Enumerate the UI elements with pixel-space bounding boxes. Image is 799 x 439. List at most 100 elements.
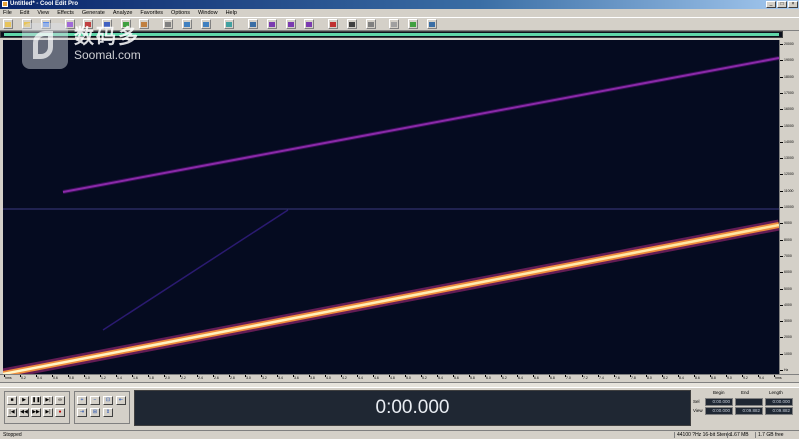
time-label: 3.8 xyxy=(310,376,315,380)
zoom-left-icon[interactable]: ⇤ xyxy=(116,396,126,405)
help-icon[interactable] xyxy=(426,19,437,29)
zoom-right-icon[interactable]: ⇥ xyxy=(77,408,87,417)
frequency-label: Hz xyxy=(784,368,789,372)
frequency-label: 8000 xyxy=(784,238,792,242)
menu-generate[interactable]: Generate xyxy=(82,9,105,17)
menu-help[interactable]: Help xyxy=(226,9,237,17)
cut-icon[interactable] xyxy=(83,19,94,29)
time-label: 2.2 xyxy=(181,376,186,380)
copy-icon[interactable] xyxy=(102,19,112,29)
menu-analyze[interactable]: Analyze xyxy=(113,9,133,17)
fast-forward-button[interactable]: ▶▶ xyxy=(31,408,41,417)
spectral-view-icon[interactable] xyxy=(266,19,277,29)
play-to-end-button[interactable]: ▶| xyxy=(43,396,53,405)
sel-begin-field[interactable]: 0:00.000 xyxy=(705,398,733,406)
menu-options[interactable]: Options xyxy=(171,9,190,17)
time-label: 4.0 xyxy=(326,376,331,380)
redo-icon[interactable] xyxy=(200,19,211,29)
time-label: 5.2 xyxy=(422,376,427,380)
status-bar: Stopped 44100 ?Hz 16-bit Stereo 1.67 MB … xyxy=(0,430,799,439)
view-length-field[interactable]: 0:09.882 xyxy=(765,407,793,415)
frequency-label: 12000 xyxy=(784,172,794,176)
frequency-tick xyxy=(780,77,783,78)
spectral-phase-icon[interactable] xyxy=(304,19,315,29)
frequency-tick xyxy=(780,142,783,143)
loop-button[interactable]: ∞ xyxy=(55,396,65,405)
selection-row-label-sel: Sel xyxy=(693,399,700,404)
time-label: 8.6 xyxy=(695,376,700,380)
menu-window[interactable]: Window xyxy=(198,9,218,17)
stop-button[interactable]: ■ xyxy=(7,396,17,405)
frequency-tick xyxy=(780,223,783,224)
frequency-tick xyxy=(780,158,783,159)
time-label: 1.8 xyxy=(149,376,154,380)
menu-edit[interactable]: Edit xyxy=(20,9,29,17)
zoom-in-icon[interactable]: + xyxy=(77,396,87,405)
view-begin-field[interactable]: 0:00.000 xyxy=(705,407,733,415)
time-label: 1.6 xyxy=(133,376,138,380)
view-end-field[interactable]: 0:09.882 xyxy=(735,407,763,415)
overview-bar[interactable] xyxy=(0,31,783,38)
time-label: 3.6 xyxy=(294,376,299,380)
sel-end-field[interactable] xyxy=(735,398,763,406)
zoom-out-icon[interactable]: − xyxy=(90,396,100,405)
close-button[interactable]: × xyxy=(788,1,798,8)
title-bar: Untitled* - Cool Edit Pro _ □ × xyxy=(0,0,799,9)
time-label: 8.0 xyxy=(647,376,652,380)
waveform-view-icon[interactable] xyxy=(248,19,259,29)
time-label: 5.4 xyxy=(438,376,443,380)
go-to-end-button[interactable]: ▶| xyxy=(43,408,53,417)
paste-icon[interactable] xyxy=(120,19,131,29)
repeat-icon[interactable] xyxy=(224,19,235,29)
window-title: Untitled* - Cool Edit Pro xyxy=(10,1,78,7)
time-label: 5.6 xyxy=(454,376,459,380)
frequency-label: 6000 xyxy=(784,270,792,274)
go-to-start-button[interactable]: |◀ xyxy=(7,408,17,417)
record-button[interactable]: ● xyxy=(55,408,65,417)
frequency-label: 9000 xyxy=(784,221,792,225)
new-file-icon[interactable] xyxy=(3,19,14,29)
zoom-full-icon[interactable]: ⊡ xyxy=(103,396,113,405)
time-label: 9.0 xyxy=(727,376,732,380)
frequency-label: 10000 xyxy=(784,205,794,209)
time-label: 3.2 xyxy=(262,376,267,380)
spectral-view[interactable] xyxy=(3,40,779,374)
transport-controls: ■ ▶ ❚❚ ▶| ∞ |◀ ◀◀ ▶▶ ▶| ● xyxy=(4,391,70,424)
cd-icon[interactable] xyxy=(389,19,400,29)
sel-length-field[interactable]: 0:00.000 xyxy=(765,398,793,406)
menu-view[interactable]: View xyxy=(37,9,49,17)
menu-file[interactable]: File xyxy=(3,9,12,17)
pause-button[interactable]: ❚❚ xyxy=(31,396,41,405)
zoom-selection-icon[interactable]: ⊞ xyxy=(90,408,100,417)
meter-icon[interactable] xyxy=(408,19,418,29)
rewind-button[interactable]: ◀◀ xyxy=(19,408,29,417)
cursor-icon[interactable] xyxy=(346,19,357,29)
undo-icon[interactable] xyxy=(181,19,192,29)
frequency-tick xyxy=(780,191,783,192)
zoom-in-vertical-icon[interactable]: ⇕ xyxy=(103,408,113,417)
minimize-button[interactable]: _ xyxy=(766,1,776,8)
time-label: 1.4 xyxy=(117,376,122,380)
time-label: 6.8 xyxy=(550,376,555,380)
mix-paste-icon[interactable] xyxy=(139,19,150,29)
time-label: 4.4 xyxy=(358,376,363,380)
spectral-pan-icon[interactable] xyxy=(285,19,296,29)
open-icon[interactable] xyxy=(22,19,33,29)
frequency-label: 13000 xyxy=(784,156,794,160)
menu-favorites[interactable]: Favorites xyxy=(140,9,163,17)
save-icon[interactable] xyxy=(40,19,51,29)
play-button[interactable]: ▶ xyxy=(19,396,29,405)
record-mode-icon[interactable] xyxy=(328,19,339,29)
menu-effects[interactable]: Effects xyxy=(57,9,74,17)
trim-icon[interactable] xyxy=(163,19,174,29)
overview-visible-range[interactable] xyxy=(4,33,779,36)
status-separator xyxy=(674,432,675,438)
frequency-label: 19000 xyxy=(784,58,794,62)
app-icon[interactable] xyxy=(2,1,8,7)
settings-icon[interactable] xyxy=(365,19,376,29)
frequency-tick xyxy=(780,289,783,290)
frequency-label: 16000 xyxy=(784,107,794,111)
multitrack-icon[interactable] xyxy=(64,19,75,29)
maximize-button[interactable]: □ xyxy=(777,1,787,8)
time-label: 7.6 xyxy=(615,376,620,380)
